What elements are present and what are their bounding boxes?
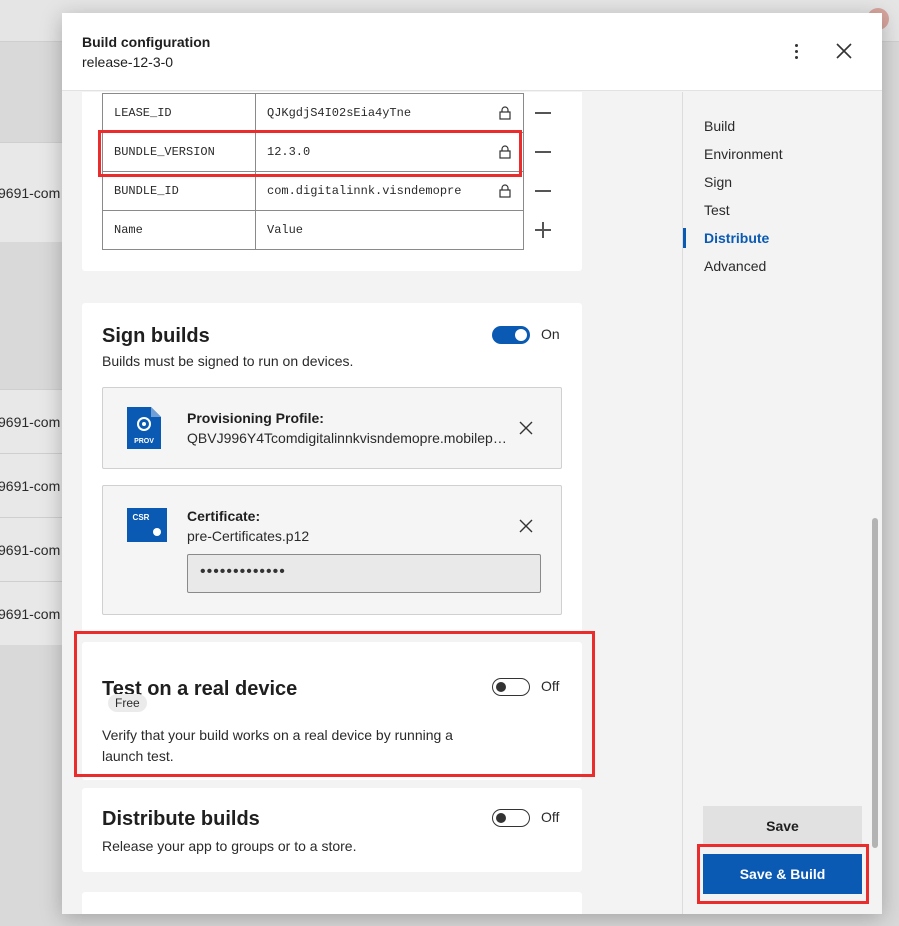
- more-options-icon[interactable]: [784, 39, 808, 63]
- dialog-title: Build configuration: [82, 34, 211, 50]
- close-icon[interactable]: [834, 41, 854, 61]
- add-variable-button[interactable]: [534, 221, 552, 239]
- save-and-build-button[interactable]: Save & Build: [703, 854, 862, 894]
- certificate-file-icon: CSR: [127, 508, 167, 542]
- table-row: Name Value: [102, 210, 524, 250]
- remove-variable-button[interactable]: [534, 182, 552, 200]
- provisioning-file-icon: PROV: [127, 407, 161, 449]
- sign-builds-card: Sign builds Builds must be signed to run…: [82, 303, 582, 633]
- background-list-item[interactable]: 9691-com: [0, 142, 62, 242]
- nav-item-build[interactable]: Build: [704, 118, 735, 134]
- toggle-label: Off: [541, 809, 560, 825]
- lock-icon: [499, 106, 511, 120]
- dialog-content[interactable]: LEASE_ID QJKgdjS4I02sEia4yTne BUNDLE_VER…: [62, 92, 682, 914]
- background-list-item[interactable]: 9691-com: [0, 581, 62, 645]
- lock-icon: [499, 184, 511, 198]
- dialog-header: Build configuration release-12-3-0: [62, 13, 882, 91]
- distribute-builds-card: Distribute builds Release your app to gr…: [82, 788, 582, 872]
- remove-variable-button[interactable]: [534, 104, 552, 122]
- nav-item-environment[interactable]: Environment: [704, 146, 783, 162]
- certificate-password-field[interactable]: •••••••••••••: [187, 554, 541, 593]
- env-name-cell: BUNDLE_ID: [102, 171, 256, 211]
- file-name: pre-Certificates.p12: [187, 528, 310, 544]
- section-description: Verify that your build works on a real d…: [102, 727, 453, 764]
- section-description: Release your app to groups or to a store…: [102, 838, 357, 854]
- remove-provisioning-icon[interactable]: [518, 420, 534, 436]
- next-section-card: [82, 892, 582, 914]
- certificate-box: CSR Certificate: pre-Certificates.p12 ••…: [102, 485, 562, 615]
- section-description: Builds must be signed to run on devices.: [102, 353, 354, 369]
- nav-item-distribute[interactable]: Distribute: [704, 230, 769, 246]
- env-name-input[interactable]: Name: [102, 210, 256, 250]
- section-title: Distribute builds: [102, 808, 260, 830]
- active-nav-indicator: [683, 228, 686, 248]
- file-name: QBVJ996Y4Tcomdigitalinnkvisndemopre.mobi…: [187, 430, 507, 446]
- test-on-device-toggle[interactable]: [492, 678, 530, 696]
- svg-text:PROV: PROV: [134, 438, 154, 445]
- env-value-cell: 12.3.0: [255, 132, 524, 172]
- build-configuration-dialog: Build configuration release-12-3-0 LEASE…: [62, 13, 882, 914]
- toggle-label: Off: [541, 678, 560, 694]
- lock-icon: [499, 145, 511, 159]
- dialog-subtitle: release-12-3-0: [82, 54, 174, 70]
- file-label: Certificate:: [187, 508, 261, 524]
- section-title: Sign builds: [102, 325, 210, 347]
- environment-variables-table: LEASE_ID QJKgdjS4I02sEia4yTne BUNDLE_VER…: [102, 93, 524, 250]
- test-on-device-card: Test on a real device Free Verify that y…: [82, 642, 582, 780]
- table-row: LEASE_ID QJKgdjS4I02sEia4yTne: [102, 93, 524, 133]
- background-list-item[interactable]: 9691-com: [0, 453, 62, 517]
- table-row: BUNDLE_VERSION 12.3.0: [102, 132, 524, 172]
- remove-variable-button[interactable]: [534, 143, 552, 161]
- env-value-cell: com.digitalinnk.visndemopre: [255, 171, 524, 211]
- sign-builds-toggle[interactable]: [492, 326, 530, 344]
- nav-item-sign[interactable]: Sign: [704, 174, 732, 190]
- env-value-cell: QJKgdjS4I02sEia4yTne: [255, 93, 524, 133]
- background-list-item[interactable]: 9691-com: [0, 517, 62, 581]
- env-name-cell: BUNDLE_VERSION: [102, 132, 256, 172]
- nav-item-test[interactable]: Test: [704, 202, 730, 218]
- background-list-item[interactable]: 9691-com: [0, 389, 62, 453]
- distribute-builds-toggle[interactable]: [492, 809, 530, 827]
- file-label: Provisioning Profile:: [187, 410, 324, 426]
- scrollbar-thumb[interactable]: [872, 518, 878, 848]
- table-row: BUNDLE_ID com.digitalinnk.visndemopre: [102, 171, 524, 211]
- environment-variables-card: LEASE_ID QJKgdjS4I02sEia4yTne BUNDLE_VER…: [82, 92, 582, 271]
- toggle-label: On: [541, 326, 560, 342]
- save-button[interactable]: Save: [703, 806, 862, 846]
- nav-item-advanced[interactable]: Advanced: [704, 258, 766, 274]
- env-value-input[interactable]: Value: [255, 210, 524, 250]
- free-badge: Free: [108, 694, 147, 712]
- section-navigation: Build Environment Sign Test Distribute A…: [682, 92, 870, 914]
- svg-text:CSR: CSR: [133, 513, 150, 522]
- remove-certificate-icon[interactable]: [518, 518, 534, 534]
- env-name-cell: LEASE_ID: [102, 93, 256, 133]
- provisioning-profile-box: PROV Provisioning Profile: QBVJ996Y4Tcom…: [102, 387, 562, 469]
